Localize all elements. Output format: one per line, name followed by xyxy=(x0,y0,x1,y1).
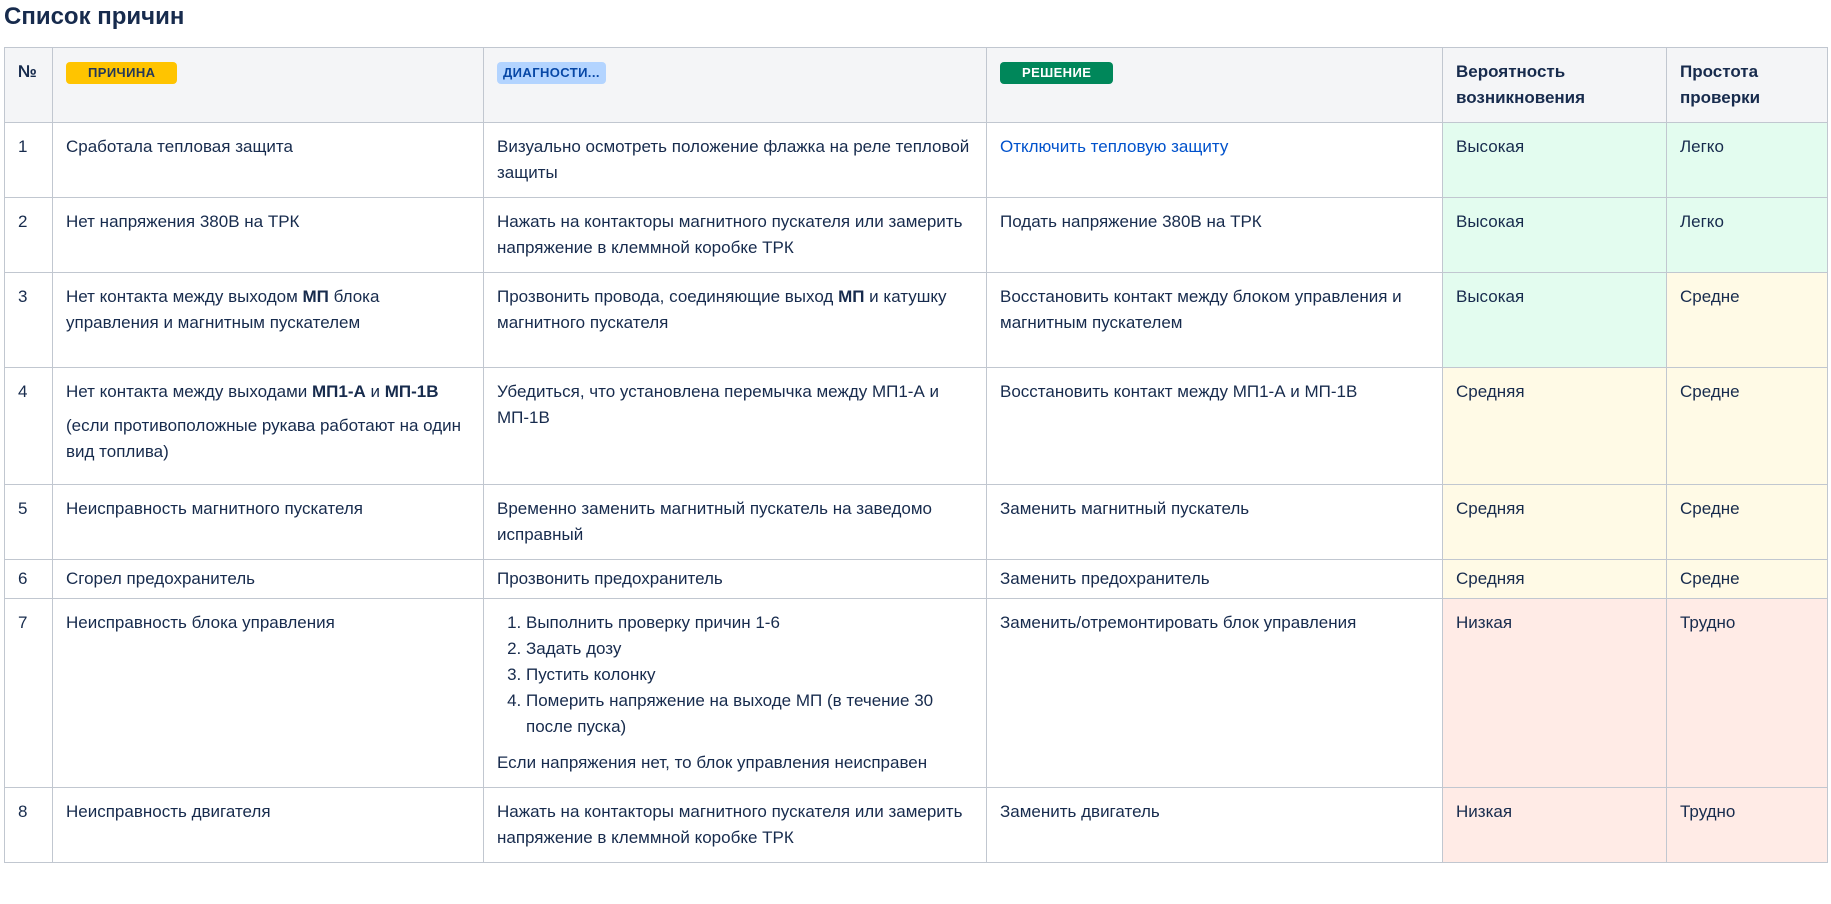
cell-number: 2 xyxy=(4,197,53,273)
cell-solution: Заменить/отремонтировать блок управления xyxy=(986,598,1443,788)
cell-number: 6 xyxy=(4,559,53,599)
cause-bold-term: МП-1В xyxy=(384,382,439,401)
cell-solution: Заменить магнитный пускатель xyxy=(986,484,1443,560)
cell-diagnostics: Визуально осмотреть положение флажка на … xyxy=(483,122,987,198)
table-row: 5 Неисправность магнитного пускателя Вре… xyxy=(4,484,1828,560)
cell-solution: Восстановить контакт между блоком управл… xyxy=(986,272,1443,368)
cell-ease: Трудно xyxy=(1666,787,1828,863)
cause-bold-term: МП xyxy=(302,287,329,306)
table-row: 1 Сработала тепловая защита Визуально ос… xyxy=(4,122,1828,198)
cause-bold-term: МП1-А xyxy=(312,382,366,401)
cell-cause: Сработала тепловая защита xyxy=(52,122,484,198)
cause-text: Нет контакта между выходами xyxy=(66,382,312,401)
header-solution[interactable]: РЕШЕНИЕ xyxy=(986,47,1443,123)
table-row: 6 Сгорел предохранитель Прозвонить предо… xyxy=(4,559,1828,599)
cell-probability: Средняя xyxy=(1442,367,1667,485)
cell-ease: Средне xyxy=(1666,559,1828,599)
cell-number: 8 xyxy=(4,787,53,863)
list-item: Выполнить проверку причин 1-6 xyxy=(526,610,973,636)
cell-cause: Сгорел предохранитель xyxy=(52,559,484,599)
cause-status-lozenge: ПРИЧИНА xyxy=(66,62,178,84)
table-row: 8 Неисправность двигателя Нажать на конт… xyxy=(4,787,1828,863)
diagnostics-conclusion: Если напряжения нет, то блок управления … xyxy=(497,753,928,772)
header-diagnostics[interactable]: ДИАГНОСТИ... xyxy=(483,47,987,123)
header-ease[interactable]: Простота проверки xyxy=(1666,47,1828,123)
table-row: 3 Нет контакта между выходом МП блока уп… xyxy=(4,272,1828,368)
cell-number: 3 xyxy=(4,272,53,368)
cell-probability: Высокая xyxy=(1442,197,1667,273)
cell-ease: Средне xyxy=(1666,484,1828,560)
cell-number: 4 xyxy=(4,367,53,485)
cell-probability: Средняя xyxy=(1442,559,1667,599)
causes-table: № ПРИЧИНА ДИАГНОСТИ... РЕШЕНИЕ Вероятнос… xyxy=(4,47,1828,863)
header-number[interactable]: № xyxy=(4,47,53,123)
list-item: Пустить колонку xyxy=(526,662,973,688)
cause-text: и xyxy=(365,382,385,401)
cell-ease: Легко xyxy=(1666,197,1828,273)
cell-diagnostics: Нажать на контакторы магнитного пускател… xyxy=(483,787,987,863)
cell-ease: Трудно xyxy=(1666,598,1828,788)
cell-diagnostics: Нажать на контакторы магнитного пускател… xyxy=(483,197,987,273)
cell-diagnostics: Временно заменить магнитный пускатель на… xyxy=(483,484,987,560)
cell-probability: Низкая xyxy=(1442,787,1667,863)
cell-diagnostics: Прозвонить провода, соединяющие выход МП… xyxy=(483,272,987,368)
solution-link[interactable]: Отключить тепловую защиту xyxy=(1000,137,1228,156)
cell-number: 7 xyxy=(4,598,53,788)
cell-diagnostics: Выполнить проверку причин 1-6 Задать доз… xyxy=(483,598,987,788)
cell-solution: Подать напряжение 380В на ТРК xyxy=(986,197,1443,273)
cell-diagnostics: Прозвонить предохранитель xyxy=(483,559,987,599)
cell-diagnostics: Убедиться, что установлена перемычка меж… xyxy=(483,367,987,485)
table-row: 2 Нет напряжения 380В на ТРК Нажать на к… xyxy=(4,197,1828,273)
table-row: 4 Нет контакта между выходами МП1-А и МП… xyxy=(4,367,1828,485)
cell-solution: Заменить предохранитель xyxy=(986,559,1443,599)
list-item: Померить напряжение на выходе МП (в тече… xyxy=(526,688,973,740)
cause-main: Нет контакта между выходами МП1-А и МП-1… xyxy=(66,379,470,405)
cause-text: Нет контакта между выходом xyxy=(66,287,303,306)
cell-solution: Восстановить контакт между МП1-А и МП-1В xyxy=(986,367,1443,485)
table-row: 7 Неисправность блока управления Выполни… xyxy=(4,598,1828,788)
cell-probability: Низкая xyxy=(1442,598,1667,788)
diagnostics-status-lozenge: ДИАГНОСТИ... xyxy=(497,62,606,84)
cell-ease: Средне xyxy=(1666,272,1828,368)
list-item: Задать дозу xyxy=(526,636,973,662)
cell-ease: Легко xyxy=(1666,122,1828,198)
cell-cause: Нет контакта между выходом МП блока упра… xyxy=(52,272,484,368)
cell-cause: Неисправность блока управления xyxy=(52,598,484,788)
cell-number: 1 xyxy=(4,122,53,198)
cell-number: 5 xyxy=(4,484,53,560)
cell-probability: Средняя xyxy=(1442,484,1667,560)
cell-solution: Отключить тепловую защиту xyxy=(986,122,1443,198)
page-title: Список причин xyxy=(4,3,185,30)
diagnostics-bold-term: МП xyxy=(838,287,865,306)
cell-cause: Неисправность магнитного пускателя xyxy=(52,484,484,560)
cell-ease: Средне xyxy=(1666,367,1828,485)
cause-note: (если противоположные рукава работают на… xyxy=(66,416,462,461)
cell-cause: Нет контакта между выходами МП1-А и МП-1… xyxy=(52,367,484,485)
diagnostics-text: Прозвонить провода, соединяющие выход xyxy=(497,287,839,306)
cell-cause: Нет напряжения 380В на ТРК xyxy=(52,197,484,273)
cell-probability: Высокая xyxy=(1442,272,1667,368)
diagnostics-steps-list: Выполнить проверку причин 1-6 Задать доз… xyxy=(497,610,973,740)
cell-cause: Неисправность двигателя xyxy=(52,787,484,863)
cell-probability: Высокая xyxy=(1442,122,1667,198)
header-probability[interactable]: Вероятность возникновения xyxy=(1442,47,1667,123)
header-cause[interactable]: ПРИЧИНА xyxy=(52,47,484,123)
table-header-row: № ПРИЧИНА ДИАГНОСТИ... РЕШЕНИЕ Вероятнос… xyxy=(4,47,1828,123)
cell-solution: Заменить двигатель xyxy=(986,787,1443,863)
solution-status-lozenge: РЕШЕНИЕ xyxy=(1000,62,1114,84)
